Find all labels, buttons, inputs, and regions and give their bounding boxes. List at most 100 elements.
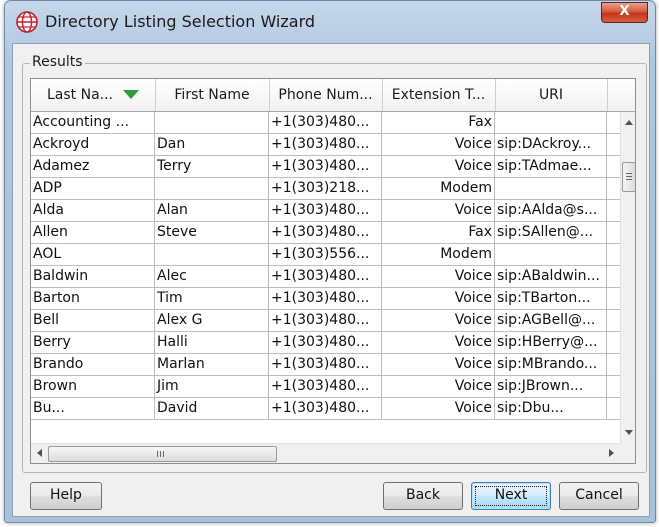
- cell-phone-number: +1(303)480...: [269, 310, 382, 332]
- cell-first-name: Jim: [155, 376, 269, 398]
- cell-first-name: [155, 244, 269, 266]
- cell-uri: sip:Dbu...: [495, 398, 607, 420]
- cell-phone-number: +1(303)480...: [269, 222, 382, 244]
- cell-phone-number: +1(303)480...: [269, 376, 382, 398]
- cell-uri: sip:TBarton...: [495, 288, 607, 310]
- cell-first-name: Alex G: [155, 310, 269, 332]
- next-button[interactable]: Next: [471, 482, 551, 510]
- cell-uri: sip:MBrando...: [495, 354, 607, 376]
- cell-extension-type: Voice: [382, 310, 495, 332]
- table-row[interactable]: Alda Alan +1(303)480... Voice sip:AAlda@s...: [31, 200, 635, 222]
- cell-phone-number: +1(303)480...: [269, 332, 382, 354]
- help-button[interactable]: Help: [30, 482, 102, 510]
- horizontal-scroll-thumb[interactable]: [48, 446, 277, 462]
- vertical-scrollbar[interactable]: [620, 112, 635, 443]
- cell-first-name: Alan: [155, 200, 269, 222]
- cell-last-name: Barton: [31, 288, 155, 310]
- cell-extension-type: Modem: [382, 178, 495, 200]
- table-row[interactable]: AOL +1(303)556... Modem: [31, 244, 635, 266]
- column-header-extension-type[interactable]: Extension T...: [382, 79, 496, 111]
- cell-last-name: Bu...: [31, 398, 155, 420]
- cell-first-name: Terry: [155, 156, 269, 178]
- table-row[interactable]: Barton Tim +1(303)480... Voice sip:TBarton..…: [31, 288, 635, 310]
- cell-last-name: Accounting ...: [31, 112, 155, 134]
- scroll-right-arrow-icon[interactable]: [609, 449, 614, 457]
- table-row[interactable]: Adamez Terry +1(303)480... Voice sip:TAdmae.…: [31, 156, 635, 178]
- cell-first-name: Marlan: [155, 354, 269, 376]
- cell-last-name: Baldwin: [31, 266, 155, 288]
- cell-last-name: Brando: [31, 354, 155, 376]
- close-icon: X: [619, 4, 630, 19]
- cell-last-name: Berry: [31, 332, 155, 354]
- cell-uri: sip:AAlda@s...: [495, 200, 607, 222]
- scrollbar-corner: [620, 443, 635, 463]
- results-table: Last Na... First Name Phone Num... Exten…: [30, 78, 636, 464]
- close-button[interactable]: X: [601, 2, 648, 23]
- focus-ring: [475, 486, 547, 506]
- cell-extension-type: Voice: [382, 266, 495, 288]
- cell-uri: sip:TAdmae...: [495, 156, 607, 178]
- cell-uri: [495, 112, 607, 134]
- scroll-down-arrow-icon[interactable]: [625, 430, 633, 435]
- cell-phone-number: +1(303)556...: [269, 244, 382, 266]
- table-row[interactable]: Accounting ... +1(303)480... Fax: [31, 112, 635, 134]
- vertical-scroll-thumb[interactable]: [622, 162, 635, 192]
- sort-descending-icon: [123, 89, 139, 99]
- horizontal-scrollbar[interactable]: [31, 443, 620, 463]
- table-row[interactable]: Baldwin Alec +1(303)480... Voice sip:ABaldwi…: [31, 266, 635, 288]
- cell-phone-number: +1(303)480...: [269, 354, 382, 376]
- cell-extension-type: Voice: [382, 134, 495, 156]
- cell-first-name: Dan: [155, 134, 269, 156]
- cell-uri: sip:AGBell@...: [495, 310, 607, 332]
- table-header: Last Na... First Name Phone Num... Exten…: [31, 79, 635, 112]
- column-header-first-name[interactable]: First Name: [155, 79, 270, 111]
- cell-first-name: [155, 112, 269, 134]
- column-header-filler: [607, 79, 635, 111]
- cell-phone-number: +1(303)480...: [269, 112, 382, 134]
- cell-last-name: Brown: [31, 376, 155, 398]
- cell-last-name: AOL: [31, 244, 155, 266]
- column-header-last-name[interactable]: Last Na...: [31, 79, 156, 111]
- globe-icon: [16, 11, 38, 33]
- cell-phone-number: +1(303)480...: [269, 288, 382, 310]
- table-row[interactable]: Berry Halli +1(303)480... Voice sip:HBerry@.…: [31, 332, 635, 354]
- cell-phone-number: +1(303)480...: [269, 156, 382, 178]
- cell-last-name: Allen: [31, 222, 155, 244]
- cell-phone-number: +1(303)480...: [269, 134, 382, 156]
- table-row[interactable]: Bell Alex G +1(303)480... Voice sip:AGBell@.…: [31, 310, 635, 332]
- table-row[interactable]: Brown Jim +1(303)480... Voice sip:JBrown...: [31, 376, 635, 398]
- cell-uri: sip:ABaldwin...: [495, 266, 607, 288]
- table-row[interactable]: Bu... David +1(303)480... Voice sip:Dbu...: [31, 398, 635, 420]
- cell-first-name: [155, 178, 269, 200]
- cell-last-name: Ackroyd: [31, 134, 155, 156]
- title-bar[interactable]: Directory Listing Selection Wizard X: [5, 1, 655, 43]
- back-button[interactable]: Back: [383, 482, 463, 510]
- cell-first-name: Tim: [155, 288, 269, 310]
- table-row[interactable]: Ackroyd Dan +1(303)480... Voice sip:DAckroy.…: [31, 134, 635, 156]
- cancel-button[interactable]: Cancel: [559, 482, 639, 510]
- cell-uri: [495, 244, 607, 266]
- table-row[interactable]: Allen Steve +1(303)480... Fax sip:SAllen@...: [31, 222, 635, 244]
- table-row[interactable]: Brando Marlan +1(303)480... Voice sip:MBrand…: [31, 354, 635, 376]
- column-header-uri[interactable]: URI: [495, 79, 608, 111]
- cell-phone-number: +1(303)218...: [269, 178, 382, 200]
- cell-uri: sip:DAckroy...: [495, 134, 607, 156]
- cell-last-name: ADP: [31, 178, 155, 200]
- cell-uri: sip:HBerry@...: [495, 332, 607, 354]
- cell-phone-number: +1(303)480...: [269, 398, 382, 420]
- column-header-phone-number[interactable]: Phone Num...: [269, 79, 383, 111]
- cell-extension-type: Voice: [382, 200, 495, 222]
- scroll-up-arrow-icon[interactable]: [625, 120, 633, 125]
- cell-phone-number: +1(303)480...: [269, 200, 382, 222]
- results-label: Results: [30, 54, 85, 70]
- cell-uri: sip:JBrown...: [495, 376, 607, 398]
- table-row[interactable]: ADP +1(303)218... Modem: [31, 178, 635, 200]
- cell-first-name: Steve: [155, 222, 269, 244]
- cell-last-name: Adamez: [31, 156, 155, 178]
- cell-uri: [495, 178, 607, 200]
- window-title: Directory Listing Selection Wizard: [45, 12, 316, 31]
- scroll-left-arrow-icon[interactable]: [37, 449, 42, 457]
- cell-last-name: Alda: [31, 200, 155, 222]
- cell-extension-type: Voice: [382, 156, 495, 178]
- cell-first-name: Halli: [155, 332, 269, 354]
